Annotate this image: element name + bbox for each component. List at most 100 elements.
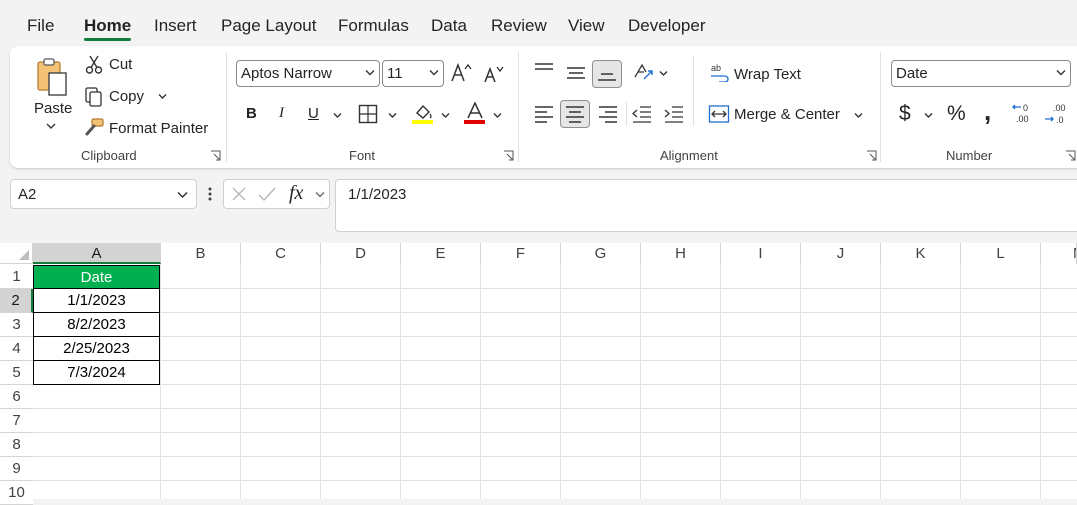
- font-name-combo[interactable]: Aptos Narrow: [236, 60, 380, 87]
- merge-center-button[interactable]: Merge & Center: [734, 106, 840, 123]
- column-header[interactable]: B: [161, 243, 241, 264]
- font-size-combo[interactable]: 11: [382, 60, 444, 87]
- row-header[interactable]: 8: [0, 433, 33, 457]
- orientation-icon[interactable]: [632, 62, 654, 82]
- comma-style-button[interactable]: ,: [984, 96, 991, 127]
- row-header[interactable]: 1: [0, 265, 33, 289]
- increase-font-size-icon[interactable]: [450, 62, 472, 84]
- column-header[interactable]: H: [641, 243, 721, 264]
- formula-input[interactable]: 1/1/2023: [335, 179, 1077, 232]
- format-painter-icon[interactable]: [83, 117, 105, 137]
- column-header[interactable]: I: [721, 243, 801, 264]
- tab-file[interactable]: File: [27, 16, 54, 36]
- italic-button[interactable]: I: [279, 105, 284, 122]
- scissors-icon[interactable]: [85, 55, 103, 75]
- decrease-indent-icon[interactable]: [632, 105, 652, 123]
- copy-button[interactable]: Copy: [109, 88, 144, 105]
- fill-color-dropdown-chevron-icon[interactable]: [441, 112, 450, 119]
- top-align-icon[interactable]: [534, 62, 554, 78]
- tab-developer[interactable]: Developer: [628, 16, 706, 36]
- column-header[interactable]: F: [481, 243, 561, 264]
- chevron-down-icon[interactable]: [315, 191, 325, 198]
- number-format-combo[interactable]: Date: [891, 60, 1071, 87]
- tab-insert[interactable]: Insert: [154, 16, 197, 36]
- increase-indent-icon[interactable]: [664, 105, 684, 123]
- font-color-dropdown-chevron-icon[interactable]: [493, 112, 502, 119]
- bottom-align-icon: [598, 73, 616, 81]
- cancel-icon[interactable]: [231, 186, 247, 202]
- align-center-button[interactable]: [560, 100, 590, 128]
- row-header[interactable]: 4: [0, 337, 33, 361]
- borders-dropdown-chevron-icon[interactable]: [388, 112, 397, 119]
- row-header[interactable]: 7: [0, 409, 33, 433]
- bold-button[interactable]: B: [246, 105, 257, 122]
- paste-button[interactable]: Paste: [32, 56, 78, 134]
- underline-dropdown-chevron-icon[interactable]: [333, 112, 342, 119]
- row-header[interactable]: 10: [0, 481, 33, 505]
- tab-page-layout[interactable]: Page Layout: [221, 16, 316, 36]
- column-header[interactable]: M: [1041, 243, 1077, 264]
- table-cell[interactable]: 8/2/2023: [33, 313, 160, 337]
- decrease-font-size-icon[interactable]: [483, 64, 505, 84]
- font-dialog-launcher-icon[interactable]: [503, 150, 514, 161]
- format-painter-button[interactable]: Format Painter: [109, 120, 208, 137]
- enter-check-icon[interactable]: [257, 186, 277, 202]
- table-cell[interactable]: 7/3/2024: [33, 361, 160, 385]
- column-header[interactable]: A: [33, 243, 161, 264]
- number-dialog-launcher-icon[interactable]: [1065, 150, 1076, 161]
- tab-home[interactable]: Home: [84, 16, 131, 36]
- decrease-decimal-icon[interactable]: .00 .0: [1044, 102, 1070, 126]
- tab-view[interactable]: View: [568, 16, 605, 36]
- middle-align-icon[interactable]: [566, 64, 586, 80]
- percent-style-button[interactable]: %: [947, 102, 966, 126]
- underline-button[interactable]: U: [308, 105, 319, 122]
- gridline: [960, 264, 961, 499]
- font-color-icon[interactable]: [465, 102, 485, 120]
- wrap-text-button[interactable]: Wrap Text: [734, 66, 801, 83]
- merge-center-dropdown-chevron-icon[interactable]: [854, 112, 863, 119]
- column-header[interactable]: D: [321, 243, 401, 264]
- clipboard-dialog-launcher-icon[interactable]: [210, 150, 221, 161]
- increase-decimal-icon[interactable]: 0 .00: [1012, 102, 1038, 126]
- header-cell-date[interactable]: Date: [33, 265, 160, 289]
- row-header[interactable]: 9: [0, 457, 33, 481]
- copy-dropdown-chevron-icon[interactable]: [158, 93, 167, 100]
- currency-format-button[interactable]: $: [899, 102, 911, 126]
- borders-icon[interactable]: [358, 104, 378, 124]
- table-cell[interactable]: 2/25/2023: [33, 337, 160, 361]
- merge-center-icon[interactable]: [708, 104, 730, 124]
- more-options-icon[interactable]: [207, 185, 213, 203]
- row-header[interactable]: 5: [0, 361, 33, 385]
- wrap-text-icon[interactable]: ab: [710, 62, 730, 82]
- tab-formulas[interactable]: Formulas: [338, 16, 409, 36]
- divider: [626, 102, 627, 126]
- name-box[interactable]: A2: [10, 179, 197, 209]
- gridline: [560, 264, 561, 499]
- column-header[interactable]: G: [561, 243, 641, 264]
- insert-function-button[interactable]: fx: [289, 182, 303, 205]
- column-header[interactable]: C: [241, 243, 321, 264]
- row-header[interactable]: 6: [0, 385, 33, 409]
- table-cell[interactable]: 1/1/2023: [33, 289, 160, 313]
- row-header[interactable]: 2: [0, 289, 33, 313]
- tab-review[interactable]: Review: [491, 16, 547, 36]
- gridline: [33, 432, 1077, 433]
- copy-icon[interactable]: [84, 86, 104, 108]
- column-header[interactable]: E: [401, 243, 481, 264]
- bottom-align-button[interactable]: [592, 60, 622, 88]
- column-header[interactable]: L: [961, 243, 1041, 264]
- alignment-dialog-launcher-icon[interactable]: [866, 150, 877, 161]
- column-header[interactable]: J: [801, 243, 881, 264]
- select-all-corner[interactable]: [0, 243, 33, 264]
- cut-button[interactable]: Cut: [109, 56, 132, 73]
- column-header[interactable]: K: [881, 243, 961, 264]
- row-header[interactable]: 3: [0, 313, 33, 337]
- orientation-dropdown-chevron-icon[interactable]: [659, 70, 668, 77]
- currency-dropdown-chevron-icon[interactable]: [924, 112, 933, 119]
- gridline: [320, 264, 321, 499]
- chevron-down-icon[interactable]: [177, 191, 188, 199]
- tab-data[interactable]: Data: [431, 16, 467, 36]
- align-right-icon[interactable]: [598, 105, 618, 123]
- chevron-down-icon: [1056, 70, 1066, 76]
- align-left-icon[interactable]: [534, 105, 554, 123]
